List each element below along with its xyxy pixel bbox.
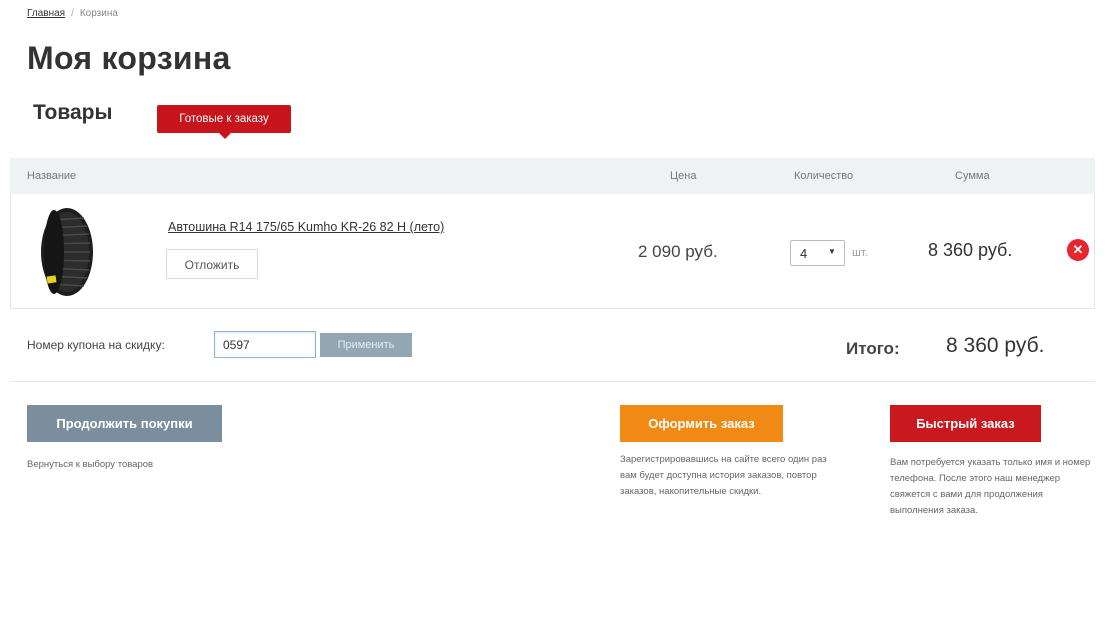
continue-shopping-note: Вернуться к выбору товаров bbox=[27, 459, 154, 470]
column-header-quantity: Количество bbox=[794, 170, 854, 182]
product-name-link[interactable]: Автошина R14 175/65 Kumho KR-26 82 H (ле… bbox=[168, 220, 444, 234]
breadcrumb-separator: / bbox=[71, 8, 74, 19]
item-price: 2 090 руб. bbox=[638, 242, 718, 261]
checkout-note: Зарегистрировавшись на сайте всего один … bbox=[620, 454, 827, 497]
remove-item-button[interactable]: ✕ bbox=[1067, 239, 1089, 261]
section-title: Товары bbox=[33, 101, 113, 124]
checkout-button[interactable]: Оформить заказ bbox=[620, 405, 783, 442]
breadcrumb: Главная / Корзина bbox=[27, 8, 118, 19]
item-sum: 8 360 руб. bbox=[928, 240, 1013, 260]
breadcrumb-current: Корзина bbox=[79, 8, 118, 19]
total-label: Итого: bbox=[846, 339, 900, 358]
quantity-value: 4 bbox=[800, 246, 808, 261]
column-header-name: Название bbox=[27, 170, 77, 182]
quantity-select[interactable]: 4 ▼ bbox=[790, 240, 845, 266]
coupon-label: Номер купона на скидку: bbox=[27, 338, 165, 352]
page-title: Моя корзина bbox=[27, 40, 231, 76]
total-value: 8 360 руб. bbox=[946, 334, 1045, 357]
quick-order-button[interactable]: Быстрый заказ bbox=[890, 405, 1041, 442]
close-icon: ✕ bbox=[1072, 242, 1084, 257]
column-header-price: Цена bbox=[670, 170, 697, 182]
column-header-sum: Сумма bbox=[955, 170, 990, 182]
breadcrumb-home-link[interactable]: Главная bbox=[27, 8, 65, 19]
cart-table-header: Название Цена Количество Сумма bbox=[10, 158, 1095, 194]
dropdown-arrow-icon: ▼ bbox=[828, 247, 836, 256]
continue-shopping-button[interactable]: Продолжить покупки bbox=[27, 405, 222, 442]
quick-order-note: Вам потребуется указать только имя и ном… bbox=[890, 457, 1091, 516]
apply-coupon-button[interactable]: Применить bbox=[320, 333, 412, 357]
divider bbox=[10, 381, 1095, 382]
coupon-input[interactable] bbox=[214, 331, 316, 358]
tab-ready-to-order[interactable]: Готовые к заказу bbox=[157, 105, 291, 139]
defer-button[interactable]: Отложить bbox=[166, 249, 258, 279]
quantity-unit: шт. bbox=[852, 247, 868, 259]
tire-image[interactable] bbox=[38, 206, 94, 298]
